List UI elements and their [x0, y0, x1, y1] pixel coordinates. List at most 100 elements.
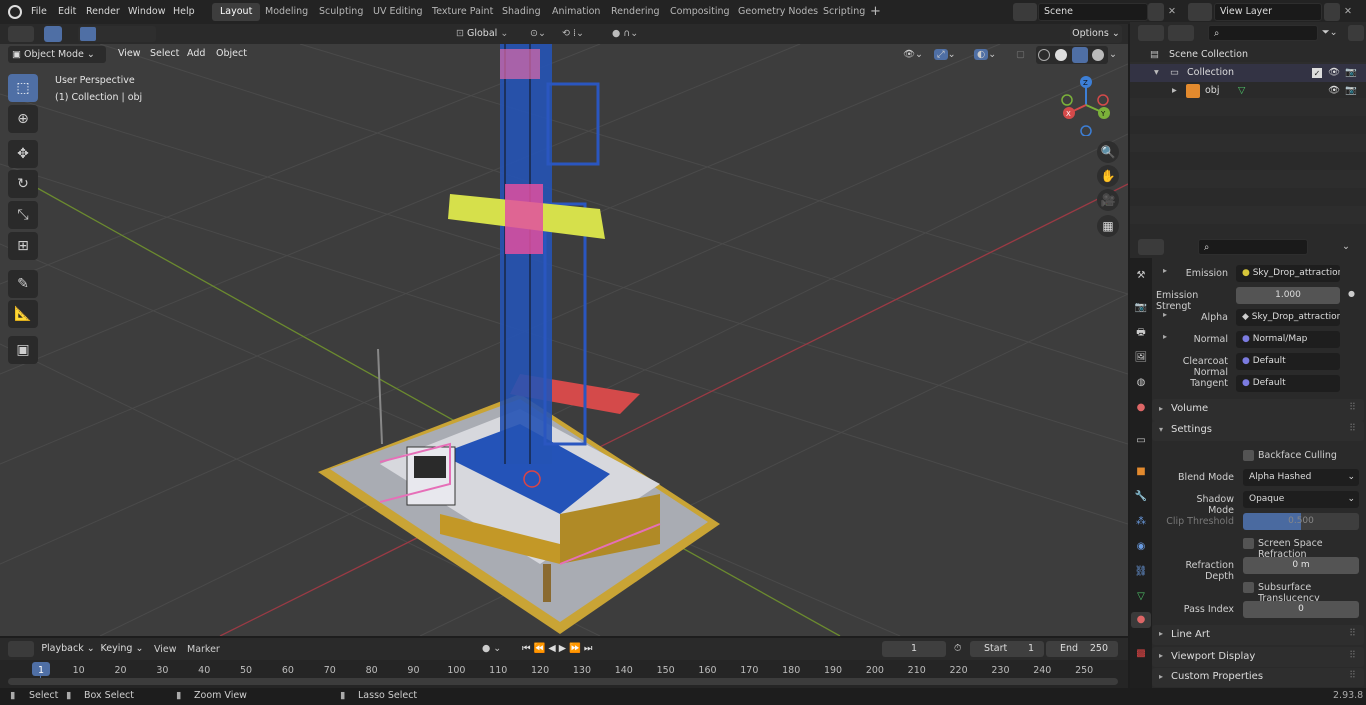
collection-tab-icon[interactable]: ▭: [1133, 433, 1149, 449]
clip-threshold-slider[interactable]: 0.500: [1243, 513, 1359, 530]
alpha-field[interactable]: ◆ Sky_Drop_attraction...: [1236, 309, 1340, 326]
editor-type-icon[interactable]: [8, 26, 34, 42]
menu-help[interactable]: Help: [173, 4, 195, 20]
tab-compositing[interactable]: Compositing: [662, 3, 738, 21]
keying-menu[interactable]: Keying ⌄: [99, 640, 145, 658]
menu-render[interactable]: Render: [86, 4, 120, 20]
camera-icon[interactable]: 🎥: [1097, 189, 1119, 211]
normal-field[interactable]: ● Normal/Map: [1236, 331, 1340, 348]
eye-icon[interactable]: 👁: [1328, 82, 1340, 100]
pivot-icon[interactable]: ⊙⌄: [530, 26, 556, 42]
proportional-edit-icon[interactable]: ● ∩⌄: [612, 26, 656, 42]
play-icon[interactable]: ▶: [559, 643, 569, 654]
playback-controls[interactable]: ⏮⏪◀▶⏩⏭: [522, 641, 630, 657]
add-workspace-icon[interactable]: +: [870, 4, 884, 20]
options-dropdown[interactable]: Options ⌄: [1070, 25, 1122, 43]
keyframe-dot-icon[interactable]: ●: [1348, 289, 1355, 298]
scale-tool-icon[interactable]: ⤡: [8, 201, 38, 229]
refraction-depth-field[interactable]: 0 m: [1243, 557, 1359, 574]
select-menu[interactable]: Select: [150, 48, 179, 59]
scene-tab-icon[interactable]: ◍: [1133, 375, 1149, 391]
xray-icon[interactable]: ▢: [1016, 47, 1030, 63]
end-frame-field[interactable]: End 250: [1046, 641, 1118, 657]
measure-tool-icon[interactable]: 📐: [8, 300, 38, 328]
tab-shading[interactable]: Shading: [494, 3, 549, 21]
constraints-tab-icon[interactable]: ⛓: [1133, 564, 1149, 580]
shadow-mode-dropdown[interactable]: Opaque ⌄: [1243, 491, 1359, 508]
properties-search-input[interactable]: ⌕: [1198, 239, 1308, 255]
view-layer-field[interactable]: View Layer: [1214, 3, 1322, 21]
prev-keyframe-icon[interactable]: ⏪: [534, 643, 549, 654]
drag-handle-icon[interactable]: ⠿: [1349, 423, 1356, 434]
move-tool-icon[interactable]: ✥: [8, 140, 38, 168]
add-menu[interactable]: Add: [187, 48, 205, 59]
timeline-editor-icon[interactable]: [8, 641, 34, 657]
emission-strength-field[interactable]: 1.000: [1236, 287, 1340, 304]
drag-handle-icon[interactable]: ⠿: [1349, 628, 1356, 639]
playback-menu[interactable]: Playback ⌄: [40, 640, 96, 658]
expand-arrow-icon[interactable]: ▾: [1154, 64, 1159, 82]
timeline-scrollbar[interactable]: [8, 678, 1118, 685]
tab-modeling[interactable]: Modeling: [257, 3, 316, 21]
outliner-editor-icon[interactable]: [1138, 25, 1164, 41]
shading-options-icon[interactable]: ⌄: [1109, 47, 1121, 63]
view-layer-tab-icon[interactable]: 🖼: [1133, 350, 1149, 366]
close-icon[interactable]: ✕: [1344, 3, 1358, 21]
rotate-tool-icon[interactable]: ↻: [8, 170, 38, 198]
next-keyframe-icon[interactable]: ⏩: [569, 643, 584, 654]
solid-shading-icon[interactable]: [1055, 49, 1067, 61]
tab-rendering[interactable]: Rendering: [603, 3, 668, 21]
object-menu[interactable]: Object: [216, 48, 247, 59]
custom-properties-panel-header[interactable]: ▸ Custom Properties ⠿: [1152, 668, 1364, 687]
display-mode-icon[interactable]: [1168, 25, 1194, 41]
new-collection-icon[interactable]: [1348, 25, 1364, 41]
marker-menu[interactable]: Marker: [187, 644, 220, 655]
drag-handle-icon[interactable]: ⠿: [1349, 670, 1356, 681]
exclude-checkbox[interactable]: ✓: [1312, 68, 1322, 78]
tool-tab-icon[interactable]: ⚒: [1133, 268, 1149, 284]
expand-arrow-icon[interactable]: ▸: [1172, 82, 1177, 100]
object-tab-icon[interactable]: ■: [1133, 464, 1149, 480]
3d-viewport[interactable]: User Perspective (1) Collection | obj ⬚ …: [0, 44, 1128, 636]
play-reverse-icon[interactable]: ◀: [548, 643, 558, 654]
shading-modes[interactable]: [1036, 46, 1108, 64]
data-tab-icon[interactable]: ▽: [1133, 589, 1149, 605]
texture-tab-icon[interactable]: ▩: [1133, 646, 1149, 662]
line-art-panel-header[interactable]: ▸ Line Art ⠿: [1152, 625, 1364, 645]
backface-culling-checkbox[interactable]: [1243, 450, 1254, 461]
subsurface-translucency-checkbox[interactable]: [1243, 582, 1254, 593]
cursor-tool-icon[interactable]: ⊕: [8, 105, 38, 133]
current-frame-field[interactable]: 1: [882, 641, 946, 657]
jump-start-icon[interactable]: ⏮: [522, 643, 534, 654]
camera-render-icon[interactable]: 📷: [1345, 64, 1357, 82]
viewport-display-panel-header[interactable]: ▸ Viewport Display ⠿: [1152, 647, 1364, 667]
outliner-row-scene-collection[interactable]: ▤ Scene Collection: [1130, 46, 1366, 64]
outliner-row-collection[interactable]: ▾ ▭ Collection ✓ 👁 📷: [1130, 64, 1366, 82]
drag-handle-icon[interactable]: ⠿: [1349, 402, 1356, 413]
tab-texture-paint[interactable]: Texture Paint: [424, 3, 501, 21]
drag-handle-icon[interactable]: ⠿: [1349, 650, 1356, 661]
menu-edit[interactable]: Edit: [58, 4, 76, 20]
record-icon[interactable]: ● ⌄: [482, 641, 516, 657]
rendered-shading-icon[interactable]: [1092, 49, 1104, 61]
wireframe-shading-icon[interactable]: [1038, 49, 1050, 61]
annotate-tool-icon[interactable]: ✎: [8, 270, 38, 298]
zoom-icon[interactable]: 🔍: [1097, 141, 1119, 163]
visibility-icon[interactable]: 👁⌄: [903, 47, 929, 63]
screen-space-refraction-checkbox[interactable]: [1243, 538, 1254, 549]
render-tab-icon[interactable]: 📷: [1133, 300, 1149, 316]
view-menu[interactable]: View: [118, 48, 141, 59]
tab-geometry-nodes[interactable]: Geometry Nodes: [730, 3, 826, 21]
filter-icon[interactable]: ⏷⌄: [1322, 25, 1346, 41]
tab-sculpting[interactable]: Sculpting: [311, 3, 371, 21]
gizmo-toggle-icon[interactable]: ⤢ ⌄: [934, 47, 966, 63]
pass-index-field[interactable]: 0: [1243, 601, 1359, 618]
pan-hand-icon[interactable]: ✋: [1097, 165, 1119, 187]
tangent-field[interactable]: ● Default: [1236, 375, 1340, 392]
tab-scripting[interactable]: Scripting: [815, 3, 873, 21]
jump-end-icon[interactable]: ⏭: [584, 643, 596, 654]
physics-tab-icon[interactable]: ◉: [1133, 539, 1149, 555]
mode-dropdown[interactable]: ▣ Object Mode ⌄: [8, 46, 106, 63]
view-layer-icon[interactable]: [1188, 3, 1212, 21]
add-cube-tool-icon[interactable]: ▣: [8, 336, 38, 364]
